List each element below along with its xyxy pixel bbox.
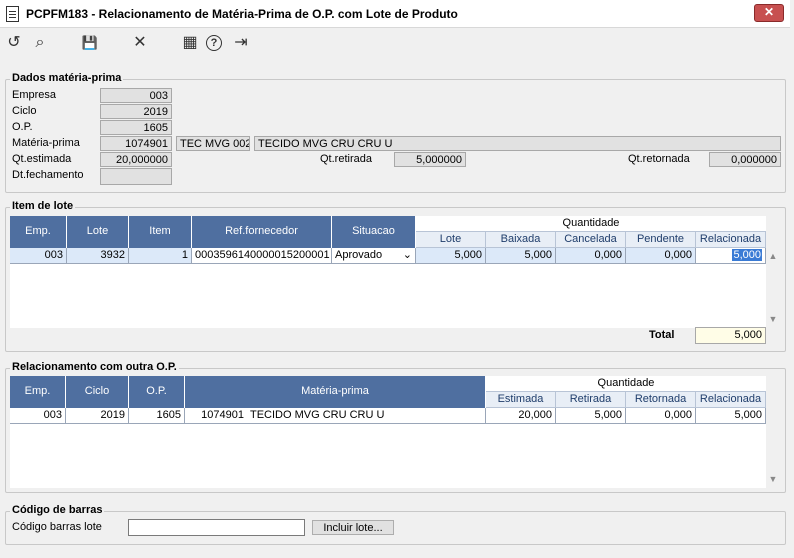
rel-col-header-relacionada[interactable]: Relacionada [696, 392, 766, 408]
qt-retirada-field: 5,000000 [394, 152, 466, 167]
incluir-lote-button[interactable]: Incluir lote... [312, 520, 394, 535]
rel-col-header-emp[interactable]: Emp. [10, 376, 66, 408]
search-icon[interactable]: ⌕ [30, 33, 50, 53]
materia-prima-label: Matéria-prima [12, 137, 80, 149]
rel-scroll-down-icon[interactable]: ▼ [767, 474, 779, 484]
item-de-lote-legend: Item de lote [10, 200, 76, 212]
qt-retirada-label: Qt.retirada [320, 153, 372, 165]
col-header-q-baixada[interactable]: Baixada [486, 232, 556, 248]
col-header-q-relacionada[interactable]: Relacionada [696, 232, 766, 248]
rel-cell-emp: 003 [10, 408, 66, 424]
dt-fechamento-label: Dt.fechamento [12, 169, 84, 181]
help-icon[interactable]: ? [206, 35, 222, 51]
rel-cell-materia-desc: TECIDO MVG CRU CRU U [247, 408, 486, 424]
op-field: 1605 [100, 120, 172, 135]
cell-q-baixada: 5,000 [486, 248, 556, 264]
rel-cell-estimada: 20,000 [486, 408, 556, 424]
close-button[interactable]: ✕ [754, 4, 784, 22]
op-label: O.P. [12, 121, 33, 133]
empresa-field: 003 [100, 88, 172, 103]
col-header-ref-fornecedor[interactable]: Ref.fornecedor [192, 216, 332, 248]
col-header-q-lote[interactable]: Lote [416, 232, 486, 248]
codigo-barras-group [5, 511, 786, 545]
relacionamento-legend: Relacionamento com outra O.P. [10, 361, 179, 373]
ciclo-field: 2019 [100, 104, 172, 119]
exit-icon[interactable]: ⇥ [231, 33, 251, 53]
materia-prima-short-field: TEC MVG 002 [176, 136, 250, 151]
col-header-item[interactable]: Item [129, 216, 192, 248]
cell-ref-fornecedor: 000359614000001520000​1 [192, 248, 332, 264]
col-header-lote[interactable]: Lote [67, 216, 129, 248]
total-field: 5,000 [695, 327, 766, 344]
rel-col-header-ciclo[interactable]: Ciclo [66, 376, 129, 408]
refresh-icon[interactable]: ↺ [4, 33, 24, 53]
ciclo-label: Ciclo [12, 105, 37, 117]
qt-estimada-label: Qt.estimada [12, 153, 72, 165]
col-header-quantidade: Quantidade [416, 216, 766, 232]
chevron-down-icon: ⌄ [402, 249, 412, 261]
rel-cell-op: 1605 [129, 408, 185, 424]
cell-lote: 3932 [67, 248, 129, 264]
cancel-icon[interactable]: ✕ [130, 33, 150, 53]
qt-retornada-label: Qt.retornada [628, 153, 690, 165]
cell-q-relacionada[interactable]: 5,000 [696, 248, 766, 264]
codigo-barras-input[interactable] [128, 519, 305, 536]
dados-materia-prima-legend: Dados matéria-prima [10, 72, 124, 84]
qt-estimada-field: 20,000000 [100, 152, 172, 167]
cell-q-cancelada: 0,000 [556, 248, 626, 264]
total-label: Total [649, 329, 675, 341]
codigo-barras-label: Código barras lote [12, 521, 102, 533]
rel-cell-retirada: 5,000 [556, 408, 626, 424]
calendar-icon[interactable]: ▦ [180, 33, 200, 53]
scroll-down-icon[interactable]: ▼ [767, 314, 779, 324]
col-header-emp[interactable]: Emp. [10, 216, 67, 248]
cell-q-pendente: 0,000 [626, 248, 696, 264]
scroll-up-icon[interactable]: ▲ [767, 251, 779, 261]
rel-cell-ciclo: 2019 [66, 408, 129, 424]
col-header-q-pendente[interactable]: Pendente [626, 232, 696, 248]
rel-cell-relacionada: 5,000 [696, 408, 766, 424]
rel-cell-materia-code: 1074901 [185, 408, 247, 424]
table-row[interactable]: 003 2019 1605 1074901 TECIDO MVG CRU CRU… [10, 408, 766, 425]
situacao-value: Aprovado [335, 249, 383, 261]
cell-item: 1 [129, 248, 192, 264]
qt-retornada-field: 0,000000 [709, 152, 781, 167]
rel-col-header-retirada[interactable]: Retirada [556, 392, 626, 408]
rel-col-header-quantidade: Quantidade [486, 376, 766, 392]
rel-cell-retornada: 0,000 [626, 408, 696, 424]
dt-fechamento-field [100, 168, 172, 185]
rel-col-header-op[interactable]: O.P. [129, 376, 185, 408]
window-title: PCPFM183 - Relacionamento de Matéria-Pri… [26, 7, 458, 21]
col-header-q-cancelada[interactable]: Cancelada [556, 232, 626, 248]
rel-col-header-materia-prima[interactable]: Matéria-prima [185, 376, 486, 408]
rel-col-header-retornada[interactable]: Retornada [626, 392, 696, 408]
cell-emp: 003 [10, 248, 67, 264]
col-header-situacao[interactable]: Situacao [332, 216, 416, 248]
save-icon[interactable]: 💾 [80, 33, 100, 53]
situacao-select[interactable]: Aprovado ⌄ [332, 248, 416, 264]
materia-prima-code-field: 1074901 [100, 136, 172, 151]
document-icon [6, 6, 19, 22]
cell-q-relacionada-value: 5,000 [732, 249, 762, 261]
table-row[interactable]: 003 3932 1 000359614000001520000​1 Aprov… [10, 248, 766, 265]
empresa-label: Empresa [12, 89, 57, 101]
codigo-barras-legend: Código de barras [10, 504, 105, 516]
rel-col-header-estimada[interactable]: Estimada [486, 392, 556, 408]
materia-prima-desc-field: TECIDO MVG CRU CRU U [254, 136, 781, 151]
title-bar: PCPFM183 - Relacionamento de Matéria-Pri… [0, 0, 790, 28]
cell-q-lote: 5,000 [416, 248, 486, 264]
